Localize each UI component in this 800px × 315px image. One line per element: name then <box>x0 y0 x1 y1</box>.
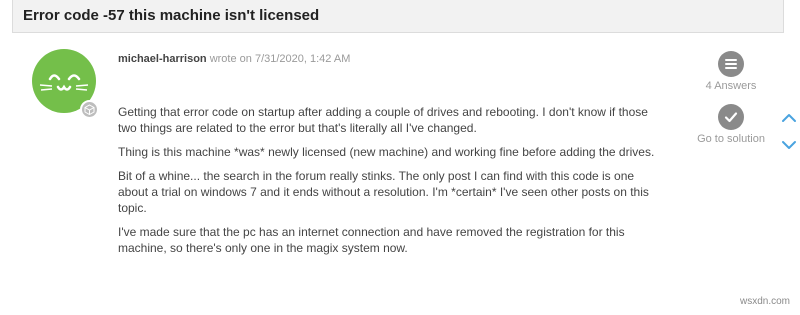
watermark: wsxdn.com <box>739 296 790 307</box>
post-meta: michael-harrison wrote on 7/31/2020, 1:4… <box>118 53 350 65</box>
post-paragraph: Thing is this machine *was* newly licens… <box>118 145 655 159</box>
go-to-solution-button[interactable]: Go to solution <box>686 104 776 145</box>
cube-badge-icon <box>80 100 99 119</box>
post-paragraph: Getting that error code on startup after… <box>118 105 648 135</box>
topic-header: Error code -57 this machine isn't licens… <box>12 0 784 33</box>
post-timestamp[interactable]: wrote on 7/31/2020, 1:42 AM <box>210 53 351 65</box>
answers-button[interactable]: 4 Answers <box>686 51 776 92</box>
post-paragraph: I've made sure that the pc has an intern… <box>118 225 625 255</box>
post-body: Getting that error code on startup after… <box>118 104 663 264</box>
chevron-down-icon[interactable] <box>781 138 797 156</box>
go-to-solution-label: Go to solution <box>697 133 765 145</box>
author-link[interactable]: michael-harrison <box>118 53 207 65</box>
chevron-up-icon[interactable] <box>781 111 797 129</box>
topic-title: Error code -57 this machine isn't licens… <box>23 7 320 24</box>
post-paragraph: Bit of a whine... the search in the foru… <box>118 169 649 215</box>
list-icon <box>718 51 744 77</box>
checkmark-icon <box>718 104 744 130</box>
answers-count: 4 Answers <box>705 80 757 92</box>
